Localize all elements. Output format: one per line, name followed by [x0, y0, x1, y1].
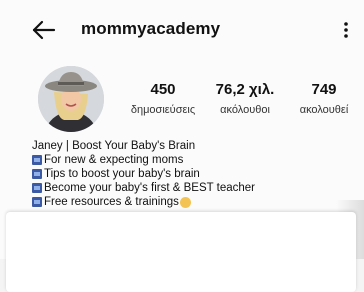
blue-square-emoji-icon — [32, 183, 42, 193]
profile-screen: mommyacademy 450 δημοσιεύσεις 76,2 χιλ. … — [0, 0, 364, 292]
blue-square-emoji-icon — [32, 155, 42, 165]
blue-square-emoji-icon — [32, 169, 42, 179]
posts-count: 450 — [150, 81, 176, 98]
bio-line: Tips to boost your baby's brain — [32, 167, 362, 181]
more-options-button[interactable] — [338, 16, 354, 44]
posts-label: δημοσιεύσεις — [130, 104, 196, 116]
followers-count: 76,2 χιλ. — [215, 81, 275, 98]
back-button[interactable] — [30, 16, 58, 44]
followers-stat[interactable]: 76,2 χιλ. ακόλουθοι — [204, 81, 286, 118]
more-vertical-icon — [344, 22, 348, 38]
blue-square-emoji-icon — [32, 197, 42, 207]
arrow-left-icon — [32, 20, 56, 40]
bio-line-text: Tips to boost your baby's brain — [44, 168, 200, 180]
profile-username: mommyacademy — [81, 19, 221, 38]
bio-line: Free resources & trainings — [32, 195, 362, 209]
bio-line-text: Free resources & trainings — [44, 196, 179, 208]
bio-line: Become your baby's first & BEST teacher — [32, 181, 362, 195]
bio-line: For new & expecting moms — [32, 153, 362, 167]
bio-line-text: Become your baby's first & BEST teacher — [44, 182, 255, 194]
bio-line-text: For new & expecting moms — [44, 154, 184, 166]
smile-emoji-icon — [179, 196, 191, 208]
avatar-photo — [38, 66, 104, 132]
following-count: 749 — [311, 81, 337, 98]
followers-label: ακόλουθοι — [220, 104, 270, 116]
following-stat[interactable]: 749 ακολουθεί — [286, 81, 362, 118]
profile-avatar[interactable] — [38, 66, 104, 132]
overlay-card — [6, 212, 356, 292]
bio-name: Janey | Boost Your Baby's Brain — [32, 140, 196, 152]
profile-bio: Janey | Boost Your Baby's Brain For new … — [32, 139, 362, 209]
posts-stat[interactable]: 450 δημοσιεύσεις — [118, 81, 208, 118]
profile-header: mommyacademy — [0, 0, 364, 58]
following-label: ακολουθεί — [299, 104, 349, 116]
